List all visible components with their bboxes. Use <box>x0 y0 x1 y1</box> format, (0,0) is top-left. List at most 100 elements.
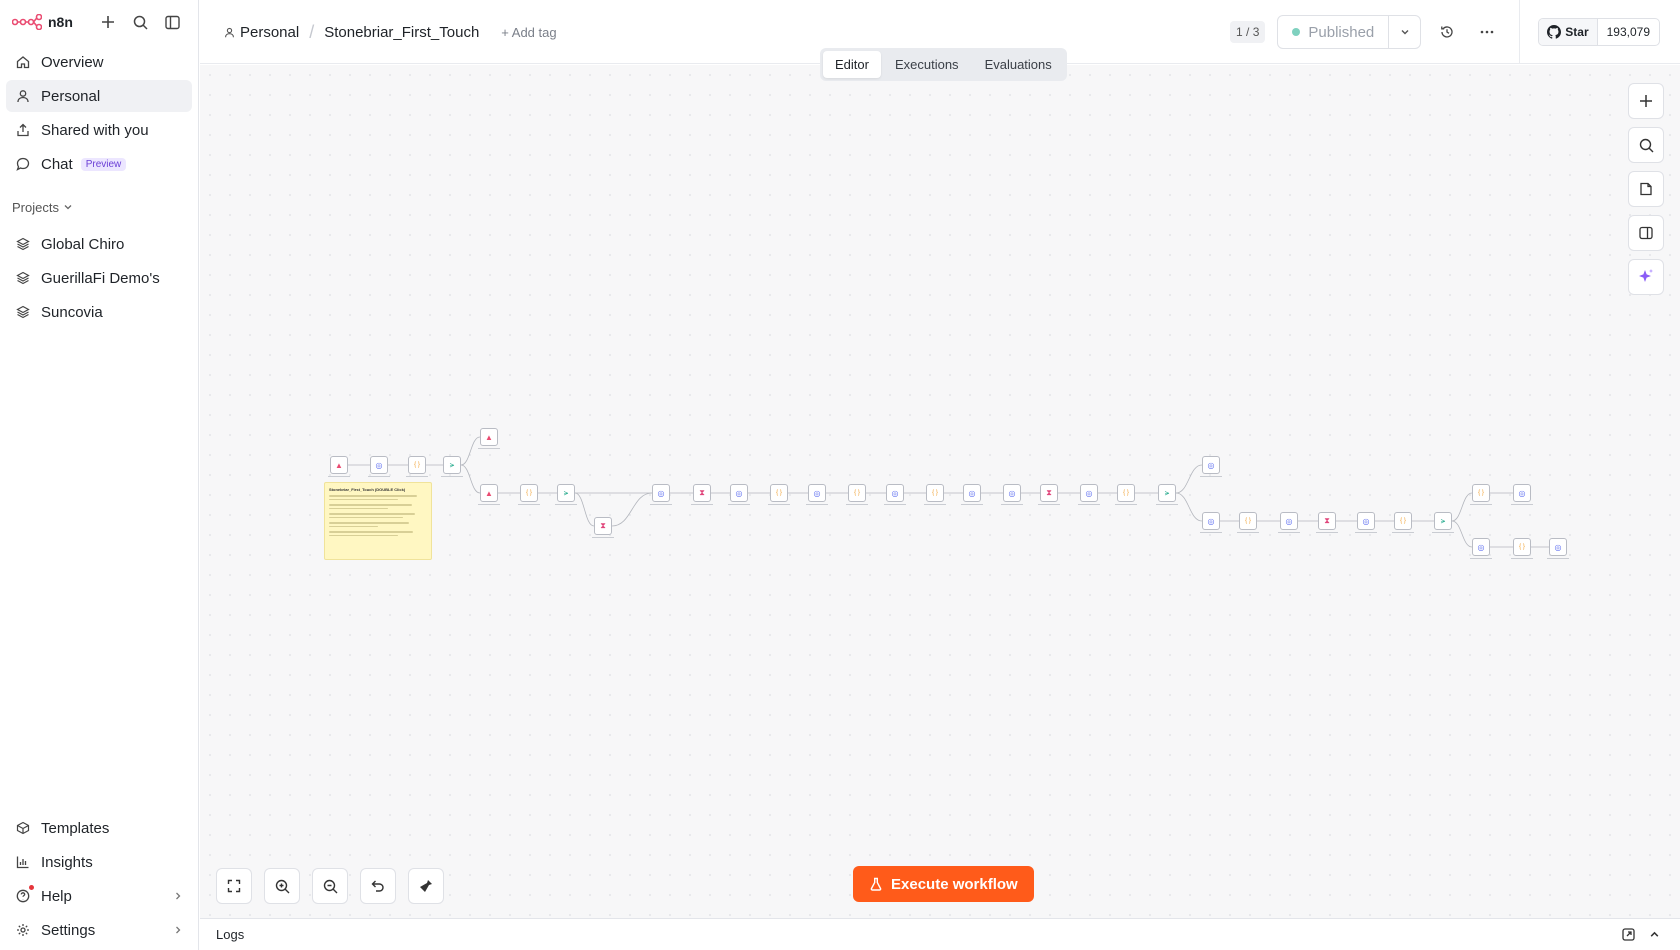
workflow-node[interactable]: ◎ <box>1513 484 1531 502</box>
add-tag-button[interactable]: + Add tag <box>501 25 556 40</box>
workflow-node[interactable]: ◎ <box>1357 512 1375 530</box>
workflow-node[interactable]: { } <box>1394 512 1412 530</box>
workflow-node[interactable]: { } <box>1472 484 1490 502</box>
workflow-node[interactable]: ⧗ <box>1040 484 1058 502</box>
workflow-node[interactable]: ◎ <box>370 456 388 474</box>
nav-help[interactable]: Help <box>6 880 192 912</box>
toggle-panel-button[interactable] <box>1628 215 1664 251</box>
expand-logs-button[interactable] <box>1644 925 1664 945</box>
workflow-node[interactable]: { } <box>926 484 944 502</box>
search-nodes-button[interactable] <box>1628 127 1664 163</box>
workflow-node[interactable]: { } <box>1513 538 1531 556</box>
pop-out-logs-button[interactable] <box>1618 925 1638 945</box>
zoom-in-icon <box>275 879 289 893</box>
workflow-node[interactable]: { } <box>1239 512 1257 530</box>
node-label <box>768 504 790 506</box>
fullscreen-icon <box>227 879 241 893</box>
breadcrumb-owner[interactable]: Personal <box>224 24 299 41</box>
connection-line <box>574 492 595 527</box>
project-suncovia[interactable]: Suncovia <box>6 296 192 328</box>
more-options-button[interactable] <box>1473 18 1501 46</box>
search-button[interactable] <box>124 6 156 38</box>
node-label <box>846 504 868 506</box>
add-node-button[interactable] <box>1628 83 1664 119</box>
workflow-node[interactable]: ⧗ <box>1318 512 1336 530</box>
node-label <box>478 448 500 450</box>
workflow-node[interactable]: ◎ <box>808 484 826 502</box>
workflow-node[interactable]: { } <box>1117 484 1135 502</box>
publish-button[interactable]: Published <box>1278 16 1388 48</box>
history-button[interactable] <box>1433 18 1461 46</box>
workflow-node[interactable]: ⧗ <box>693 484 711 502</box>
node-label <box>1078 504 1100 506</box>
nav-overview[interactable]: Overview <box>6 46 192 78</box>
nav-settings[interactable]: Settings <box>6 914 192 946</box>
node-type-icon: { } <box>1478 490 1484 496</box>
share-icon <box>15 122 31 138</box>
n8n-logo-icon <box>12 14 42 30</box>
workflow-node[interactable]: ◎ <box>1280 512 1298 530</box>
nav-shared-with-you[interactable]: Shared with you <box>6 114 192 146</box>
publish-dropdown-button[interactable] <box>1388 16 1420 48</box>
workflow-node[interactable]: ◎ <box>1202 456 1220 474</box>
sticky-note[interactable]: Stonebriar_First_Touch (DOUBLE Click) <box>324 482 432 560</box>
workflow-node[interactable]: ◎ <box>1202 512 1220 530</box>
workflow-node[interactable]: ◎ <box>730 484 748 502</box>
help-icon <box>15 885 34 904</box>
workflow-node[interactable]: ◎ <box>652 484 670 502</box>
nav-personal[interactable]: Personal <box>6 80 192 112</box>
node-label <box>1547 558 1569 560</box>
tab-executions[interactable]: Executions <box>883 51 971 78</box>
workflow-node[interactable]: ⪫ <box>443 456 461 474</box>
fit-view-button[interactable] <box>216 868 252 904</box>
workflow-name[interactable]: Stonebriar_First_Touch <box>324 24 479 41</box>
workflow-node[interactable]: { } <box>770 484 788 502</box>
execute-workflow-button[interactable]: Execute workflow <box>853 866 1034 902</box>
workflow-node[interactable]: { } <box>520 484 538 502</box>
workflow-node[interactable]: ▲ <box>330 456 348 474</box>
workflow-node[interactable]: ◎ <box>886 484 904 502</box>
workflow-node[interactable]: ⪫ <box>557 484 575 502</box>
workflow-node[interactable]: ⧗ <box>594 517 612 535</box>
project-guerillafi-demos[interactable]: GuerillaFi Demo's <box>6 262 192 294</box>
github-star-button[interactable]: Star 193,079 <box>1538 18 1660 46</box>
n8n-logo[interactable]: n8n <box>12 14 73 30</box>
logs-label: Logs <box>216 927 245 942</box>
collapse-sidebar-button[interactable] <box>156 6 188 38</box>
project-global-chiro[interactable]: Global Chiro <box>6 228 192 260</box>
workflow-node[interactable]: ◎ <box>1080 484 1098 502</box>
sticky-note-line <box>329 525 378 527</box>
workflow-node[interactable]: ⪫ <box>1434 512 1452 530</box>
logs-panel[interactable]: Logs <box>200 918 1680 950</box>
nav-chat[interactable]: Chat Preview <box>6 148 192 180</box>
workflow-node[interactable]: { } <box>848 484 866 502</box>
nav-insights[interactable]: Insights <box>6 846 192 878</box>
workflow-node[interactable]: { } <box>408 456 426 474</box>
tab-editor[interactable]: Editor <box>823 51 881 78</box>
add-sticky-button[interactable] <box>1628 171 1664 207</box>
nav-templates[interactable]: Templates <box>6 812 192 844</box>
workflow-node[interactable]: ◎ <box>1472 538 1490 556</box>
node-type-icon: ⪫ <box>1440 516 1446 525</box>
nav-overview-label: Overview <box>41 53 104 71</box>
new-button[interactable] <box>92 6 124 38</box>
workflow-node[interactable]: ⪫ <box>1158 484 1176 502</box>
projects-header[interactable]: Projects <box>0 198 198 216</box>
workflow-node[interactable]: ◎ <box>1549 538 1567 556</box>
workflow-node[interactable]: ◎ <box>963 484 981 502</box>
tidy-up-button[interactable] <box>408 868 444 904</box>
zoom-out-button[interactable] <box>312 868 348 904</box>
undo-icon <box>371 880 384 892</box>
workflow-node[interactable]: ◎ <box>1003 484 1021 502</box>
sticky-note-line <box>329 516 403 518</box>
workflow-canvas[interactable]: ▲ ◎ { } ⪫ ▲ ▲ { } ⪫ ⧗ ◎ ⧗ ◎ { } ◎ { } ◎ { } ◎ ◎ ⧗ ◎ { } ⪫ ◎ ◎ { }… <box>200 65 1680 918</box>
node-label <box>1038 504 1060 506</box>
workflow-node[interactable]: ▲ <box>480 428 498 446</box>
undo-button[interactable] <box>360 868 396 904</box>
workflow-node[interactable]: ▲ <box>480 484 498 502</box>
ai-assistant-button[interactable] <box>1628 259 1664 295</box>
notification-dot <box>29 885 34 890</box>
zoom-in-button[interactable] <box>264 868 300 904</box>
node-label <box>441 476 463 478</box>
tab-evaluations[interactable]: Evaluations <box>973 51 1064 78</box>
